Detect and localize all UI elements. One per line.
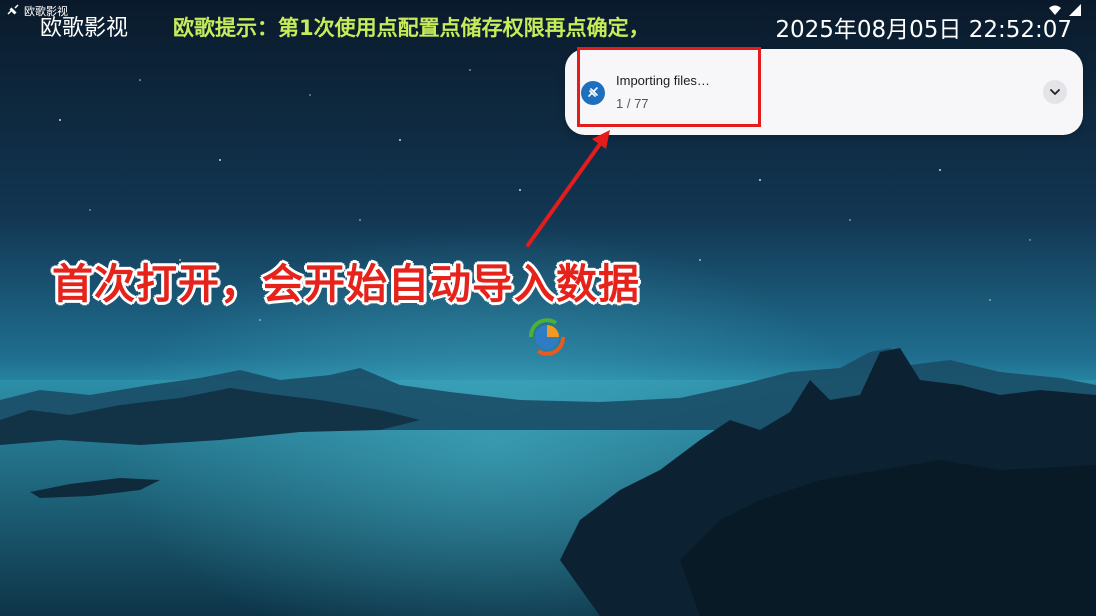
datetime-clock: 2025年08月05日 22:52:07 xyxy=(775,17,1072,43)
loading-spinner-icon xyxy=(529,318,565,356)
annotation-arrow xyxy=(526,130,610,247)
annotation-highlight-box xyxy=(577,47,761,127)
chevron-down-icon[interactable] xyxy=(1043,80,1067,104)
link-icon xyxy=(7,4,19,15)
annotation-caption: 首次打开，会开始自动导入数据 xyxy=(52,260,640,308)
notice-ticker: 欧歌提示：第1次使用点配置点储存权限再点确定， xyxy=(173,16,650,40)
app-title: 欧歌影视 xyxy=(40,16,129,41)
